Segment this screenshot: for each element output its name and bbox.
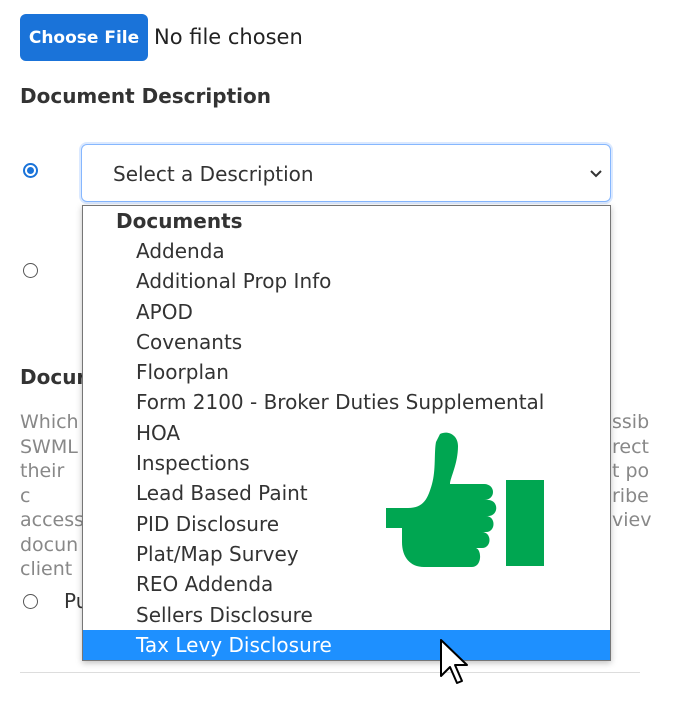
radio-select-description[interactable]	[23, 163, 38, 178]
divider	[20, 672, 640, 673]
option-addenda[interactable]: Addenda	[83, 236, 610, 266]
option-additional-prop-info[interactable]: Additional Prop Info	[83, 266, 610, 296]
thumbs-up-icon	[386, 432, 544, 567]
file-status-text: No file chosen	[154, 25, 303, 49]
option-apod[interactable]: APOD	[83, 297, 610, 327]
document-description-label: Document Description	[20, 84, 271, 108]
description-select[interactable]: Select a Description	[81, 144, 611, 202]
paragraph-left-partial: Which SWML their c access docun client	[20, 411, 85, 580]
option-floorplan[interactable]: Floorplan	[83, 357, 610, 387]
option-form-2100[interactable]: Form 2100 - Broker Duties Supplemental	[83, 387, 610, 417]
option-covenants[interactable]: Covenants	[83, 327, 610, 357]
mouse-pointer-icon	[440, 639, 468, 684]
radio-public[interactable]	[23, 594, 38, 609]
paragraph-right-partial: ssib rect t po ribe viev	[612, 411, 652, 531]
optgroup-documents: Documents	[116, 209, 243, 233]
option-sellers-disclosure[interactable]: Sellers Disclosure	[83, 600, 610, 630]
section-heading-partial: Docur	[20, 365, 87, 389]
option-tax-levy-disclosure[interactable]: Tax Levy Disclosure	[83, 629, 610, 661]
select-placeholder: Select a Description	[113, 162, 314, 186]
choose-file-button[interactable]: Choose File	[20, 14, 148, 61]
chevron-down-icon	[590, 170, 602, 178]
radio-custom-description[interactable]	[23, 263, 38, 278]
